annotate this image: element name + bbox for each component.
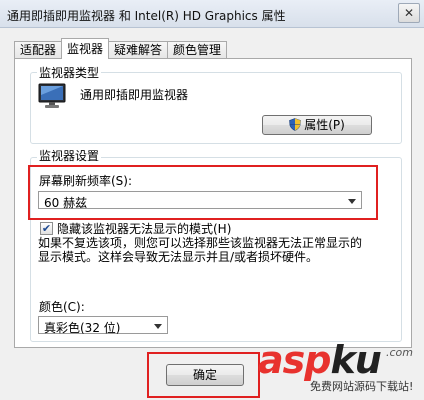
tab-monitor[interactable]: 监视器 — [61, 38, 110, 59]
dropdown-arrow-icon — [154, 324, 162, 329]
tab-troubleshoot[interactable]: 疑难解答 — [108, 41, 169, 59]
uac-shield-icon — [289, 118, 302, 131]
refresh-highlight-box — [28, 165, 378, 220]
properties-button-label: 属性(P) — [304, 118, 345, 132]
tab-color-management[interactable]: 颜色管理 — [167, 41, 228, 59]
ok-highlight-box — [147, 352, 260, 398]
properties-button[interactable]: 属性(P) — [262, 115, 372, 135]
monitor-type-heading: 监视器类型 — [37, 64, 102, 81]
monitor-icon — [38, 83, 66, 108]
title-bar: 通用即插即用监视器 和 Intel(R) HD Graphics 属性 ✕ — [0, 0, 424, 28]
close-button[interactable]: ✕ — [398, 3, 420, 23]
hide-modes-hint: 如果不复选该项，则您可以选择那些该监视器无法正常显示的显示模式。这样会导致无法显… — [38, 236, 363, 264]
hide-modes-checkbox[interactable]: ✔ — [40, 222, 53, 235]
color-label: 颜色(C): — [39, 300, 85, 314]
hide-modes-label: 隐藏该监视器无法显示的模式(H) — [57, 222, 232, 236]
monitor-name: 通用即插即用监视器 — [80, 88, 189, 102]
color-depth-value: 真彩色(32 位) — [44, 321, 121, 335]
tab-adapter[interactable]: 适配器 — [14, 41, 63, 59]
monitor-settings-heading: 监视器设置 — [37, 147, 102, 164]
window-title: 通用即插即用监视器 和 Intel(R) HD Graphics 属性 — [7, 9, 286, 23]
color-depth-dropdown[interactable]: 真彩色(32 位) — [38, 316, 168, 335]
tab-strip: 适配器 监视器 疑难解答 颜色管理 — [14, 38, 228, 59]
